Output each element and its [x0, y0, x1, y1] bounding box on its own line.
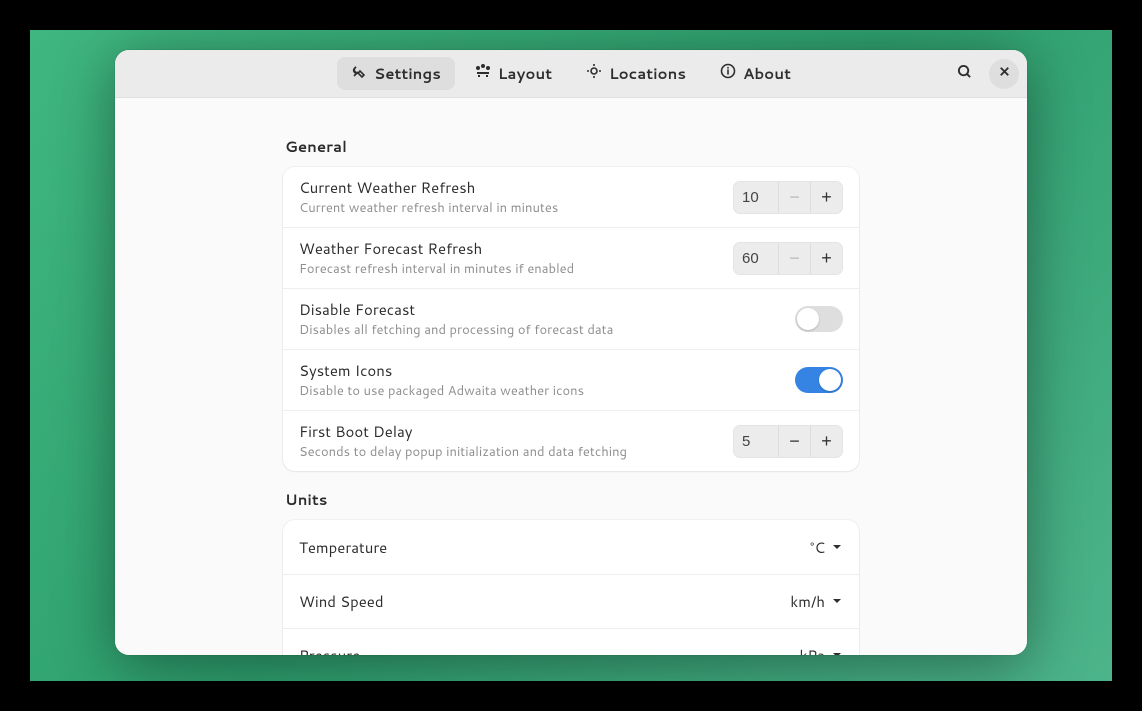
row-title: Current Weather Refresh [299, 177, 733, 198]
row-title: Wind Speed [299, 591, 790, 612]
row-current-weather-refresh: Current Weather Refresh Current weather … [283, 167, 859, 227]
search-icon [957, 63, 972, 84]
section-header-general: General [285, 136, 859, 157]
forecast-refresh-stepper: − + [733, 242, 843, 275]
general-group: Current Weather Refresh Current weather … [283, 167, 859, 471]
row-title: Temperature [299, 537, 810, 558]
current-refresh-stepper: − + [733, 181, 843, 214]
temperature-dropdown[interactable]: °C [810, 533, 843, 562]
row-title: Pressure [299, 645, 800, 655]
row-subtitle: Seconds to delay popup initialization an… [299, 443, 733, 461]
tab-label: Settings [374, 63, 441, 84]
plus-icon: + [821, 248, 832, 269]
increment-button[interactable]: + [810, 426, 842, 457]
tab-settings[interactable]: Settings [337, 57, 455, 90]
disable-forecast-switch[interactable] [795, 306, 843, 332]
tab-layout[interactable]: Layout [461, 57, 566, 90]
header-bar: Settings Layout Locations About [115, 50, 1027, 98]
section-header-units: Units [285, 489, 859, 510]
row-subtitle: Forecast refresh interval in minutes if … [299, 260, 733, 278]
row-temperature[interactable]: Temperature °C [283, 520, 859, 574]
increment-button[interactable]: + [810, 243, 842, 274]
tab-about[interactable]: About [706, 57, 805, 90]
wind-dropdown[interactable]: km/h [790, 587, 843, 616]
minus-icon: − [789, 187, 800, 208]
decrement-button[interactable]: − [778, 426, 810, 457]
chevron-down-icon [831, 591, 843, 612]
close-button[interactable] [989, 59, 1019, 89]
decrement-button[interactable]: − [778, 243, 810, 274]
row-title: Disable Forecast [299, 299, 795, 320]
preferences-window: Settings Layout Locations About [115, 50, 1027, 655]
minus-icon: − [789, 431, 800, 452]
search-button[interactable] [949, 59, 979, 89]
tab-locations[interactable]: Locations [572, 57, 700, 90]
row-title: First Boot Delay [299, 421, 733, 442]
location-icon [586, 63, 602, 84]
minus-icon: − [789, 248, 800, 269]
info-icon [720, 63, 736, 84]
forecast-refresh-input[interactable] [734, 243, 778, 274]
close-icon [997, 63, 1012, 84]
layout-icon [475, 63, 491, 84]
first-boot-input[interactable] [734, 426, 778, 457]
plus-icon: + [821, 431, 832, 452]
chevron-down-icon [831, 537, 843, 558]
tab-label: Layout [498, 63, 552, 84]
view-switcher: Settings Layout Locations About [115, 57, 1027, 90]
row-wind-speed[interactable]: Wind Speed km/h [283, 574, 859, 628]
row-system-icons: System Icons Disable to use packaged Adw… [283, 349, 859, 410]
pressure-dropdown[interactable]: kPa [800, 641, 844, 655]
tab-label: Locations [609, 63, 686, 84]
content-area: General Current Weather Refresh Current … [115, 98, 1027, 655]
row-title: System Icons [299, 360, 795, 381]
dropdown-value: kPa [800, 645, 826, 655]
tools-icon [351, 63, 367, 84]
system-icons-switch[interactable] [795, 367, 843, 393]
row-subtitle: Disables all fetching and processing of … [299, 321, 795, 339]
row-disable-forecast: Disable Forecast Disables all fetching a… [283, 288, 859, 349]
units-group: Temperature °C Wind Speed km/h [283, 520, 859, 655]
increment-button[interactable]: + [810, 182, 842, 213]
dropdown-value: °C [810, 537, 825, 558]
row-subtitle: Current weather refresh interval in minu… [299, 199, 733, 217]
dropdown-value: km/h [790, 591, 825, 612]
chevron-down-icon [831, 645, 843, 655]
tab-label: About [743, 63, 791, 84]
first-boot-stepper: − + [733, 425, 843, 458]
row-pressure[interactable]: Pressure kPa [283, 628, 859, 655]
row-title: Weather Forecast Refresh [299, 238, 733, 259]
row-first-boot-delay: First Boot Delay Seconds to delay popup … [283, 410, 859, 471]
current-refresh-input[interactable] [734, 182, 778, 213]
row-subtitle: Disable to use packaged Adwaita weather … [299, 382, 795, 400]
decrement-button[interactable]: − [778, 182, 810, 213]
row-forecast-refresh: Weather Forecast Refresh Forecast refres… [283, 227, 859, 288]
plus-icon: + [821, 187, 832, 208]
